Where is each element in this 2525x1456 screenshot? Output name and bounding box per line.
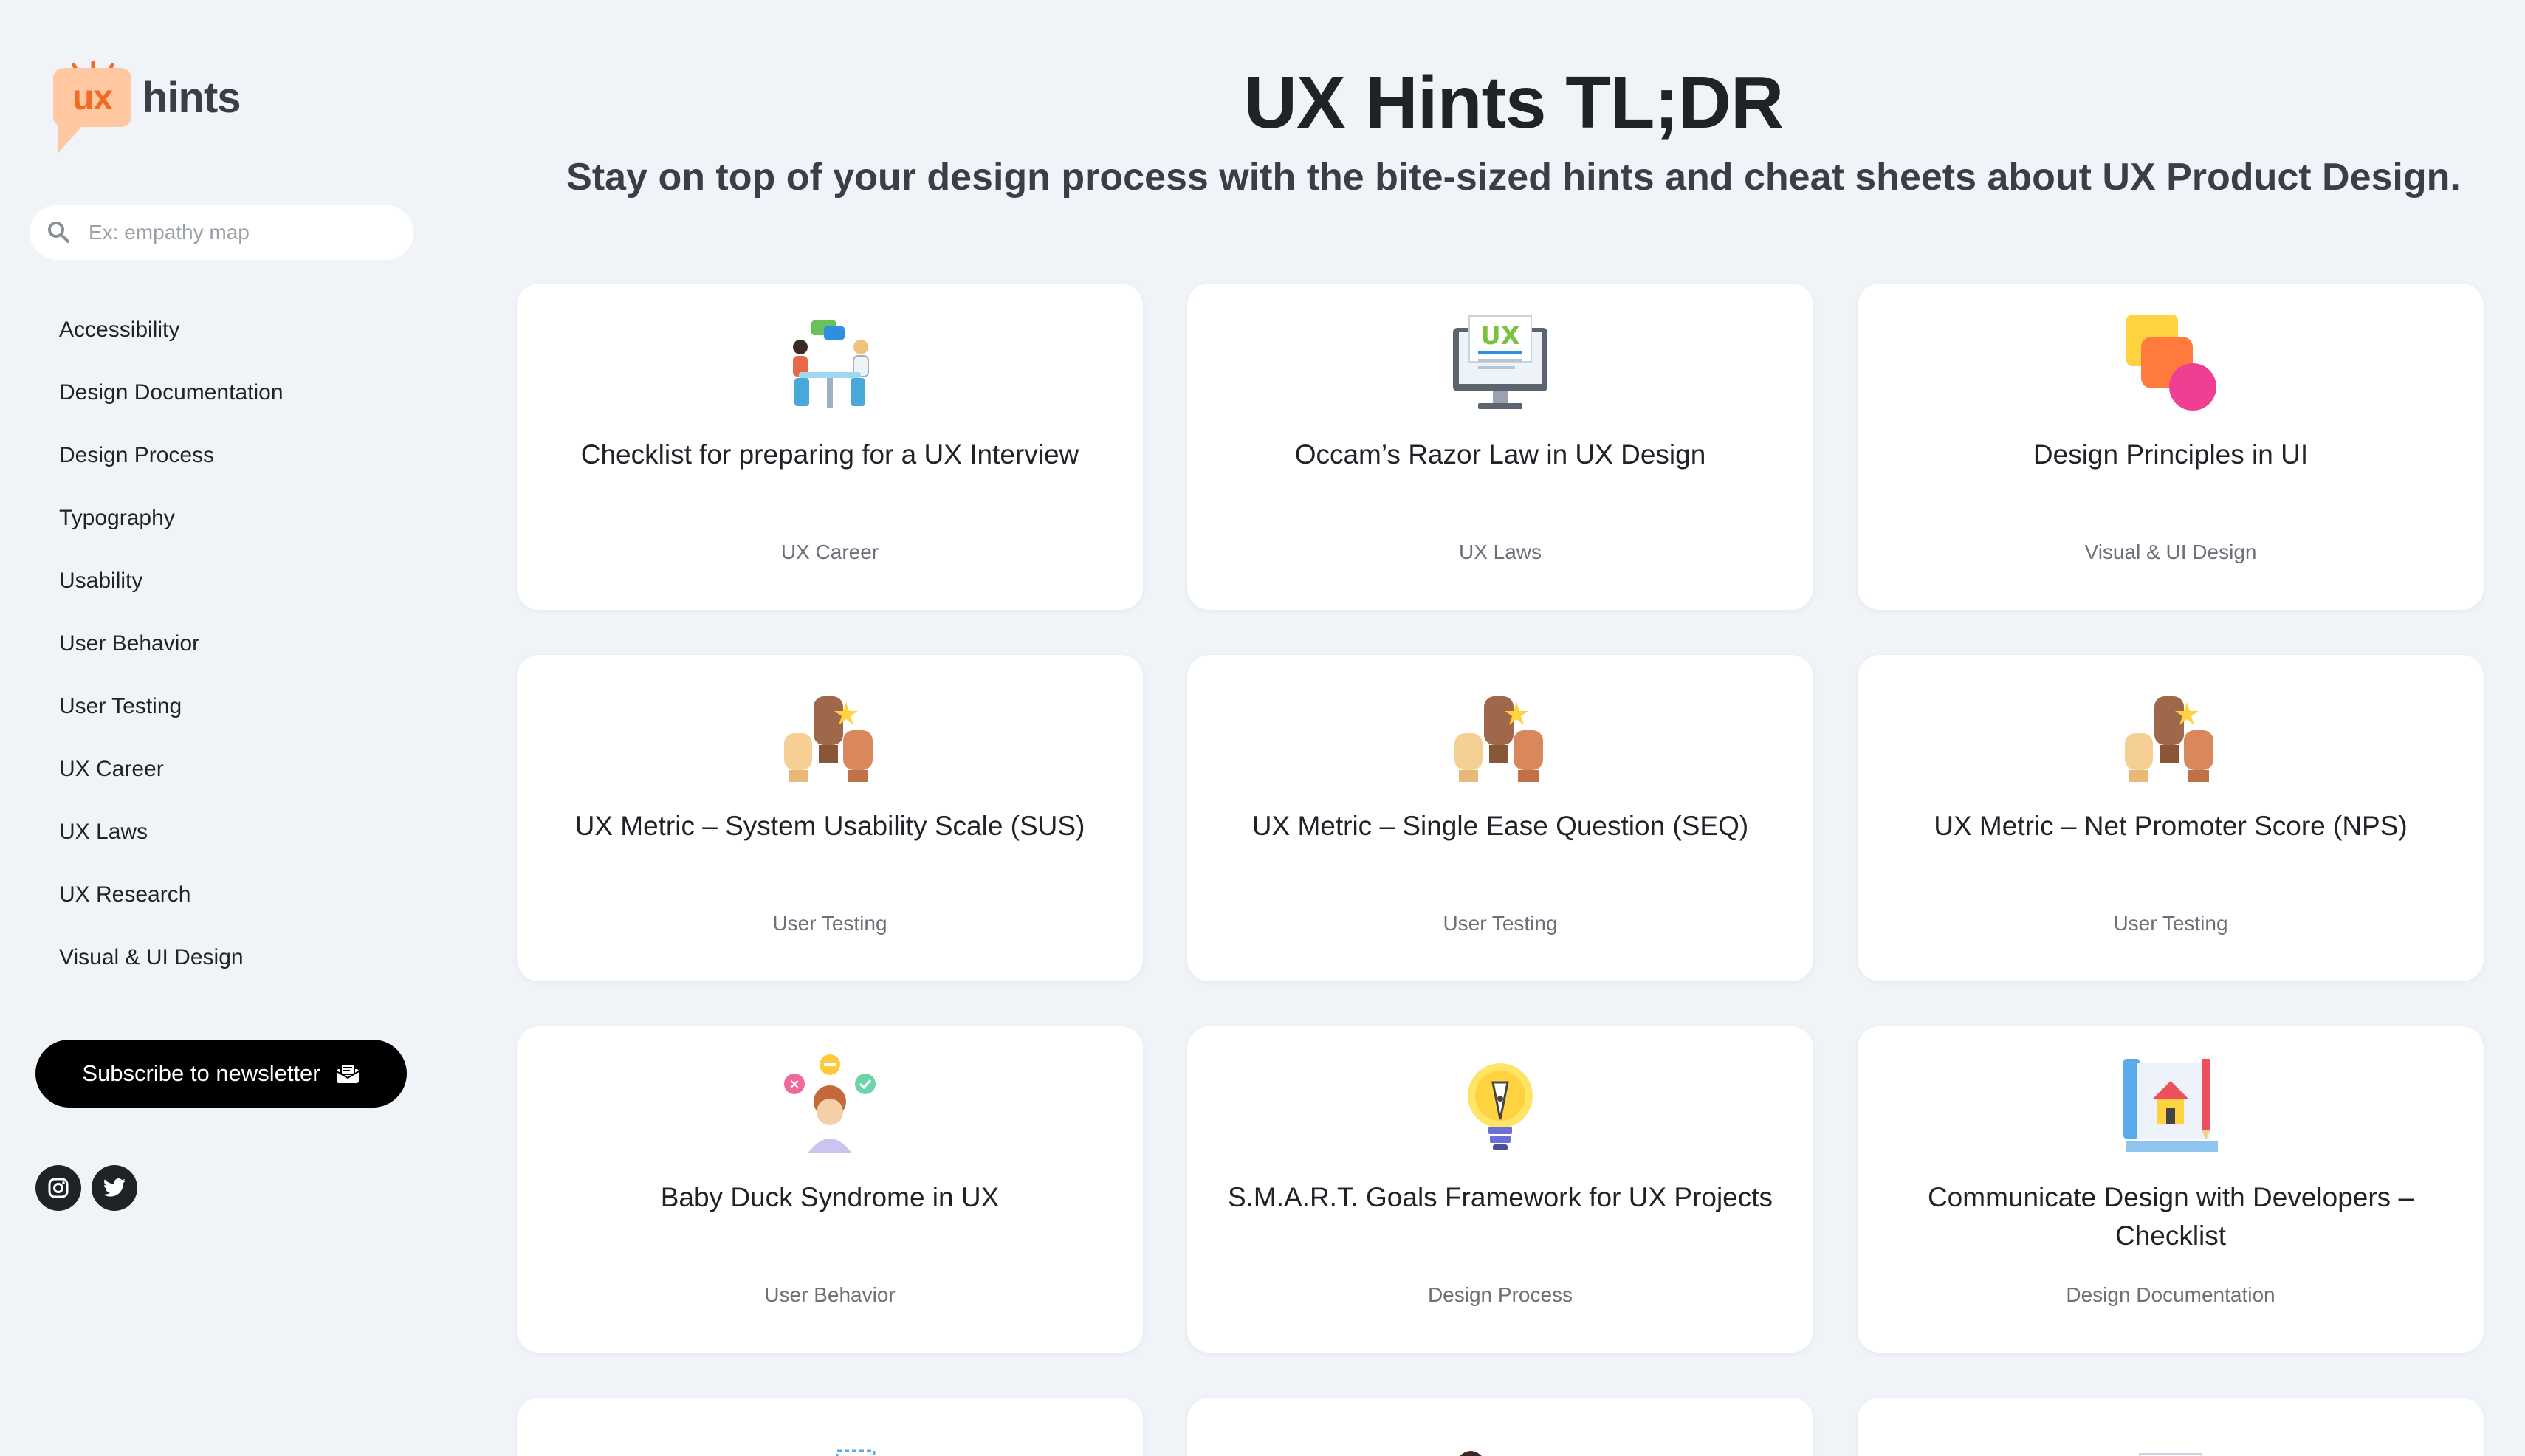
raised-hands-illustration-icon <box>2125 696 2213 782</box>
raised-hands-illustration-icon <box>784 696 873 782</box>
nav-item-visual-ui-design[interactable]: Visual & UI Design <box>59 945 284 1008</box>
logo[interactable]: ux hints <box>53 61 241 154</box>
svg-text:×: × <box>789 1076 800 1092</box>
hint-card[interactable]: Communicate Design with Developers – Che… <box>1858 1026 2484 1353</box>
card-title: Occam’s Razor Law in UX Design <box>1294 439 1706 470</box>
card-title: Communicate Design with Developers – Che… <box>1927 1182 2414 1251</box>
hint-card[interactable]: Design Principles in UI Visual & UI Desi… <box>1858 284 2484 610</box>
nav-item-user-behavior[interactable]: User Behavior <box>59 631 284 694</box>
hint-card[interactable] <box>1187 1398 1813 1456</box>
card-category: User Behavior <box>764 1283 896 1306</box>
category-nav: Accessibility Design Documentation Desig… <box>59 317 284 1008</box>
subscribe-button[interactable]: Subscribe to newsletter <box>35 1040 407 1108</box>
raised-hands-illustration-icon <box>1454 696 1543 782</box>
interview-illustration-icon <box>793 320 869 408</box>
card-title: Checklist for preparing for a UX Intervi… <box>580 439 1079 470</box>
hint-card[interactable]: UX Metric – System Usability Scale (SUS)… <box>517 655 1143 981</box>
card-title: UX Metric – Net Promoter Score (NPS) <box>1934 811 2408 841</box>
nav-item-accessibility[interactable]: Accessibility <box>59 317 284 380</box>
page-title: UX Hints TL;DR <box>1243 61 1784 144</box>
blueprint-house-illustration-icon <box>2123 1059 2218 1152</box>
nav-item-usability[interactable]: Usability <box>59 569 284 631</box>
logo-badge: ux <box>53 68 131 154</box>
newsletter-icon <box>336 1063 360 1083</box>
card-category: User Testing <box>2113 912 2228 935</box>
card-category: Visual & UI Design <box>2084 540 2257 563</box>
cone-illustration-icon <box>836 1449 876 1456</box>
card-title: UX Metric – System Usability Scale (SUS) <box>574 811 1085 841</box>
shapes-illustration-icon <box>2126 315 2216 411</box>
hint-card[interactable]: S.M.A.R.T. Goals Framework for UX Projec… <box>1187 1026 1813 1353</box>
logo-text: hints <box>142 73 241 122</box>
card-title: Baby Duck Syndrome in UX <box>660 1182 1000 1212</box>
card-title: UX Metric – Single Ease Question (SEQ) <box>1251 811 1749 841</box>
search-icon <box>48 222 69 243</box>
nav-item-typography[interactable]: Typography <box>59 506 284 569</box>
subscribe-label: Subscribe to newsletter <box>82 1060 320 1086</box>
twitter-glyph-icon <box>103 1178 126 1197</box>
card-title: Design Principles in UI <box>2033 439 2309 470</box>
search-input[interactable] <box>87 220 400 245</box>
nav-item-design-documentation[interactable]: Design Documentation <box>59 380 284 443</box>
hint-card[interactable]: UX Metric – Net Promoter Score (NPS) Use… <box>1858 655 2484 981</box>
nav-item-ux-research[interactable]: UX Research <box>59 882 284 945</box>
nav-item-ux-career[interactable]: UX Career <box>59 757 284 820</box>
hint-card[interactable]: UX Metric – Single Ease Question (SEQ) U… <box>1187 655 1813 981</box>
sidebar: ux hints Accessibility Design Documentat… <box>0 0 443 1456</box>
ux-monitor-illustration-icon: UX <box>1453 315 1547 409</box>
card-category: UX Laws <box>1458 540 1542 563</box>
hint-card[interactable]: UX Occam’s Razor Law in UX Design UX Law… <box>1187 284 1813 610</box>
twitter-icon[interactable] <box>92 1165 137 1211</box>
hint-card[interactable]: × Baby Duck Syndrome in UX User Behavior <box>517 1026 1143 1353</box>
ux-monitor-illustration-icon: UX <box>2139 1453 2202 1456</box>
card-category: UX Career <box>780 540 879 563</box>
hint-card[interactable]: Checklist for preparing for a UX Intervi… <box>517 284 1143 610</box>
card-category: Design Process <box>1427 1283 1573 1306</box>
instagram-glyph-icon <box>48 1178 69 1198</box>
svg-text:UX: UX <box>1480 321 1520 351</box>
lightbulb-pen-illustration-icon <box>1468 1063 1533 1150</box>
search-box <box>30 205 413 260</box>
card-category: Design Documentation <box>2066 1283 2275 1306</box>
nav-item-user-testing[interactable]: User Testing <box>59 694 284 757</box>
person-device-illustration-icon <box>1460 1451 1482 1456</box>
card-category: User Testing <box>772 912 887 935</box>
nav-item-ux-laws[interactable]: UX Laws <box>59 820 284 882</box>
choice-person-illustration-icon: × <box>784 1054 876 1153</box>
hint-card[interactable] <box>517 1398 1143 1456</box>
page-subtitle: Stay on top of your design process with … <box>566 156 2461 199</box>
instagram-icon[interactable] <box>35 1165 81 1211</box>
card-title: S.M.A.R.T. Goals Framework for UX Projec… <box>1227 1182 1773 1212</box>
hint-card[interactable]: UX <box>1858 1398 2484 1456</box>
nav-item-design-process[interactable]: Design Process <box>59 443 284 506</box>
card-category: User Testing <box>1443 912 1558 935</box>
